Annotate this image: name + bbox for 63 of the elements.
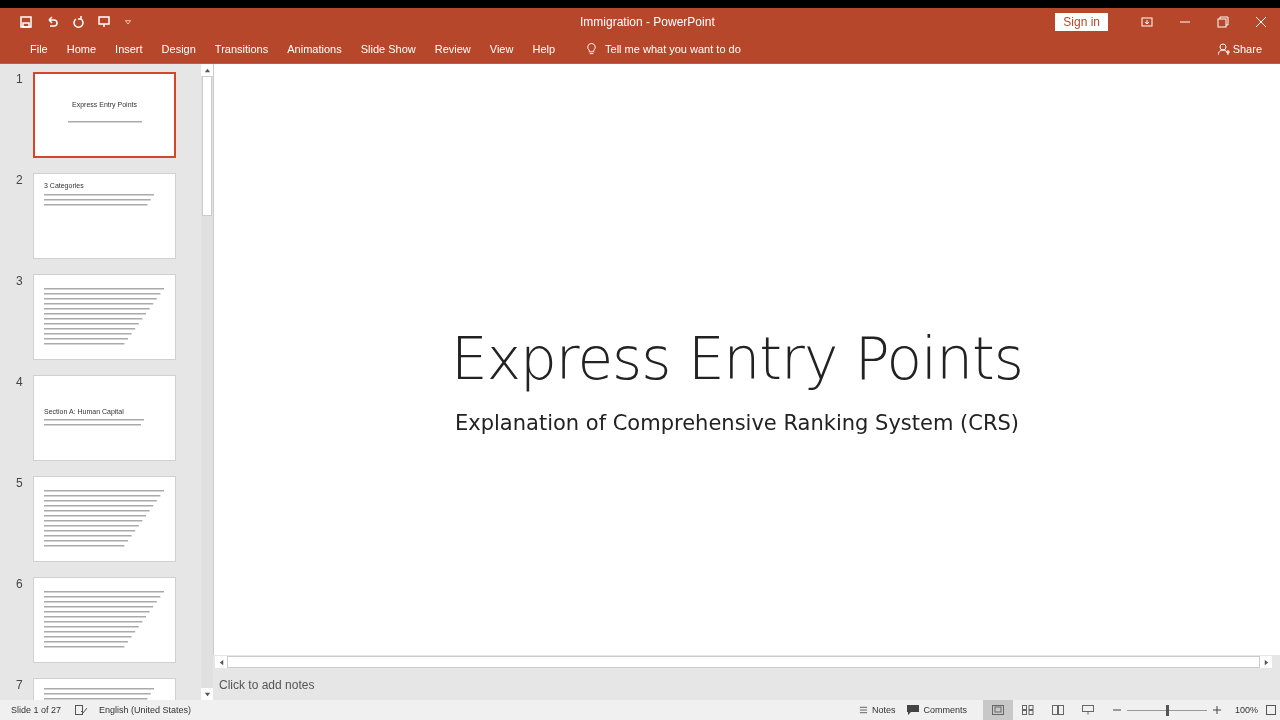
close-icon[interactable]	[1255, 15, 1267, 28]
slide-number: 7	[15, 678, 24, 692]
ribbon-tab[interactable]: Help	[524, 43, 564, 55]
slide-number: 3	[15, 274, 24, 288]
sign-in-button[interactable]: Sign in	[1055, 12, 1108, 31]
notes-placeholder[interactable]: Click to add notes	[219, 677, 315, 692]
language[interactable]: English (United States)	[99, 705, 192, 715]
slideshow-icon	[1081, 705, 1094, 715]
slide-thumbnail[interactable]	[33, 274, 176, 360]
slide-thumbnail[interactable]	[33, 476, 176, 562]
slide-number: 2	[15, 173, 24, 187]
fit-to-window-icon[interactable]	[1266, 705, 1276, 715]
zoom-slider-thumb[interactable]	[1165, 704, 1169, 716]
triangle-down-icon	[203, 690, 211, 698]
triangle-up-icon	[203, 66, 211, 74]
comments-button[interactable]: Comments	[901, 705, 973, 715]
ribbon-tab[interactable]: File	[22, 43, 56, 55]
tell-me-field[interactable]: Tell me what you want to do	[580, 41, 747, 57]
caret-icon[interactable]	[124, 17, 132, 26]
slide-number: 5	[15, 476, 24, 490]
ribbon-tab[interactable]: Design	[153, 43, 204, 55]
window-title: Immigration - PowerPoint	[580, 14, 716, 29]
ribbon-tab[interactable]: View	[481, 43, 522, 55]
ribbon-tab[interactable]: Transitions	[206, 43, 277, 55]
notes-button[interactable]: Notes	[852, 705, 902, 715]
view-button[interactable]	[982, 700, 1013, 720]
slide-number: 4	[15, 375, 24, 389]
slide-sorter-icon	[1021, 705, 1034, 715]
ribbon-tab[interactable]: Home	[58, 43, 105, 55]
spelling-check-icon[interactable]	[75, 705, 88, 715]
zoom-in-icon[interactable]	[1212, 706, 1221, 714]
ribbon-display-icon[interactable]	[1141, 15, 1153, 28]
ribbon-tab[interactable]: Slide Show	[352, 43, 424, 55]
presentation-icon[interactable]	[98, 15, 110, 28]
ribbon-tab[interactable]: Insert	[107, 43, 151, 55]
scroll-right-button[interactable]	[1260, 656, 1272, 668]
slide-number: 6	[15, 577, 24, 591]
scroll-down-button[interactable]	[201, 688, 213, 700]
horizontal-scrollbar[interactable]	[227, 656, 1260, 668]
triangle-left-icon	[217, 658, 225, 666]
slide-number: 1	[15, 72, 24, 86]
ribbon-tab[interactable]: Review	[426, 43, 479, 55]
lightbulb-icon	[586, 42, 598, 56]
slide-count: Slide 1 of 27	[11, 705, 62, 715]
scroll-left-button[interactable]	[215, 656, 227, 668]
scroll-up-button[interactable]	[201, 64, 213, 76]
triangle-right-icon	[1262, 658, 1270, 666]
restore-icon[interactable]	[1217, 15, 1229, 28]
slide-thumbnail[interactable]	[33, 577, 176, 663]
undo-icon[interactable]	[46, 15, 58, 28]
redo-icon[interactable]	[72, 15, 84, 28]
reading-view-icon	[1051, 705, 1064, 715]
slide-title: Express Entry Points	[451, 324, 1023, 393]
zoom-level[interactable]: 100%	[1234, 705, 1258, 715]
save-icon[interactable]	[20, 15, 32, 28]
notes-icon	[858, 706, 868, 714]
ribbon-tab[interactable]: Animations	[279, 43, 350, 55]
scrollbar-thumb[interactable]	[202, 76, 212, 216]
comment-icon	[907, 705, 920, 715]
person-icon	[1217, 43, 1230, 55]
share-button[interactable]: Share	[1211, 42, 1268, 56]
slide-subtitle: Explanation of Comprehensive Ranking System (CRS)	[455, 410, 1019, 435]
normal-view-icon	[991, 705, 1004, 715]
